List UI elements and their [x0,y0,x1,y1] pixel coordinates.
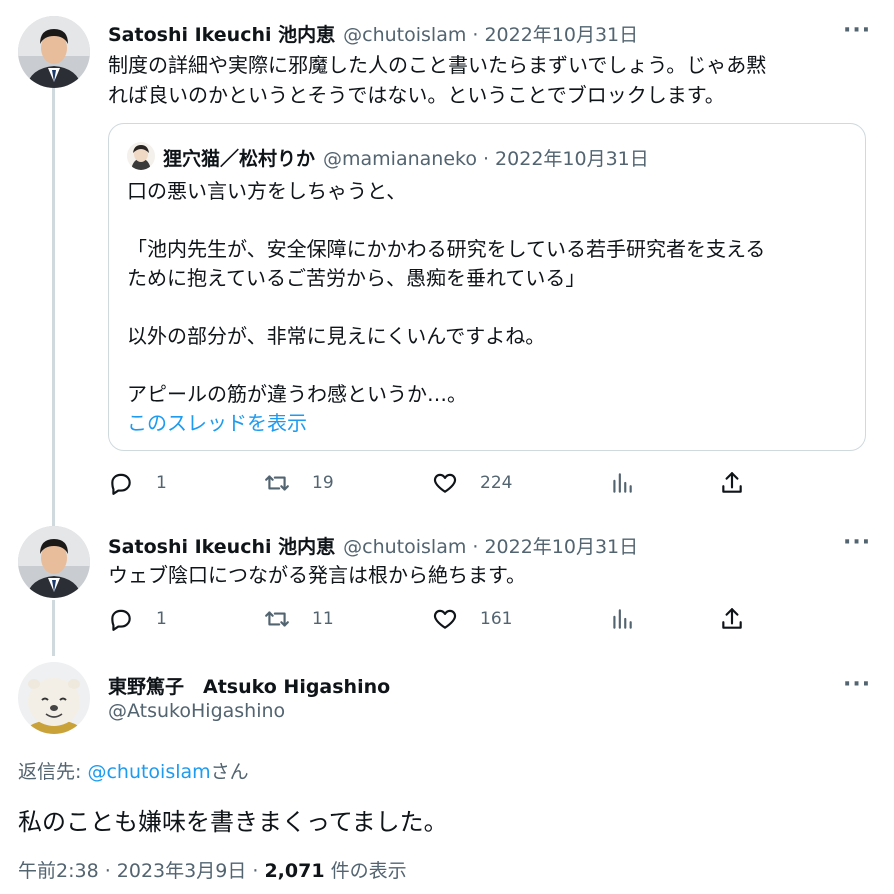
avatar[interactable] [18,16,90,88]
quote-date[interactable]: · 2022年10月31日 [483,144,649,171]
more-icon[interactable]: ··· [843,674,871,696]
quote-text: 口の悪い言い方をしちゃうと、 「池内先生が、安全保障にかかわる研究をしている若手… [127,179,766,406]
tweet-date[interactable]: · 2022年10月31日 [472,20,638,47]
thread-line [52,88,55,528]
avatar[interactable] [18,526,90,598]
retweet-count: 11 [312,609,334,629]
timestamp[interactable]: 午前2:38 · 2023年3月9日 · [18,860,264,882]
reply-to-link[interactable]: @chutoislam [87,761,210,783]
analytics-icon [613,473,632,493]
reply-icon [111,609,131,631]
retweet-button[interactable]: 11 [264,606,334,632]
share-icon [722,472,742,493]
reply-context: 返信先: @chutoislamさん [18,757,249,784]
tweet-text: 制度の詳細や実際に邪魔した人のこと書いたらまずいでしょう。じゃあ黙 れば良いのか… [108,53,767,107]
more-icon[interactable]: ··· [843,532,871,554]
like-count: 161 [480,609,513,629]
main-tweet-text: 私のことも嫌味を書きまくってました。 [18,808,448,836]
share-icon [722,608,742,629]
retweet-icon [265,475,289,491]
quote-author-name[interactable]: 狸穴猫／松村りか [163,144,315,171]
quote-avatar [127,142,155,170]
author-name[interactable]: Satoshi Ikeuchi 池内恵 [108,532,335,559]
thread-line [52,600,55,656]
reply-button[interactable]: 1 [108,470,167,496]
reply-prefix: 返信先: [18,761,88,783]
analytics-button[interactable] [609,470,635,496]
analytics-button[interactable] [609,606,635,632]
share-button[interactable] [719,470,745,496]
view-count: 2,071 [264,860,325,882]
avatar[interactable] [18,662,90,734]
reply-count: 1 [156,473,167,493]
quote-author-handle[interactable]: @mamiananeko [323,148,477,170]
author-handle[interactable]: @chutoislam [343,536,466,558]
like-button[interactable]: 224 [432,470,512,496]
retweet-count: 19 [312,473,334,493]
reply-icon [111,473,131,495]
reply-button[interactable]: 1 [108,606,167,632]
reply-count: 1 [156,609,167,629]
show-thread-link[interactable]: このスレッドを表示 [127,407,307,436]
author-handle[interactable]: @AtsukoHigashino [108,700,285,722]
tweet-meta: 午前2:38 · 2023年3月9日 · 2,071 件の表示 [18,856,407,883]
retweet-icon [265,611,289,627]
like-icon [433,609,457,629]
tweet-text: ウェブ陰口につながる発言は根から絶ちます。 [108,563,526,587]
view-label: 件の表示 [324,860,407,882]
analytics-icon [613,609,632,629]
share-button[interactable] [719,606,745,632]
reply-suffix: さん [210,761,249,783]
retweet-button[interactable]: 19 [264,470,334,496]
author-handle[interactable]: @chutoislam [343,24,466,46]
like-icon [433,473,457,493]
tweet-date[interactable]: · 2022年10月31日 [472,532,638,559]
like-count: 224 [480,473,513,493]
quoted-tweet[interactable]: 狸穴猫／松村りか @mamiananeko · 2022年10月31日 口の悪い… [108,123,866,451]
like-button[interactable]: 161 [432,606,512,632]
more-icon[interactable]: ··· [843,20,871,42]
author-name[interactable]: 東野篤子 Atsuko Higashino [108,676,390,698]
author-name[interactable]: Satoshi Ikeuchi 池内恵 [108,20,335,47]
